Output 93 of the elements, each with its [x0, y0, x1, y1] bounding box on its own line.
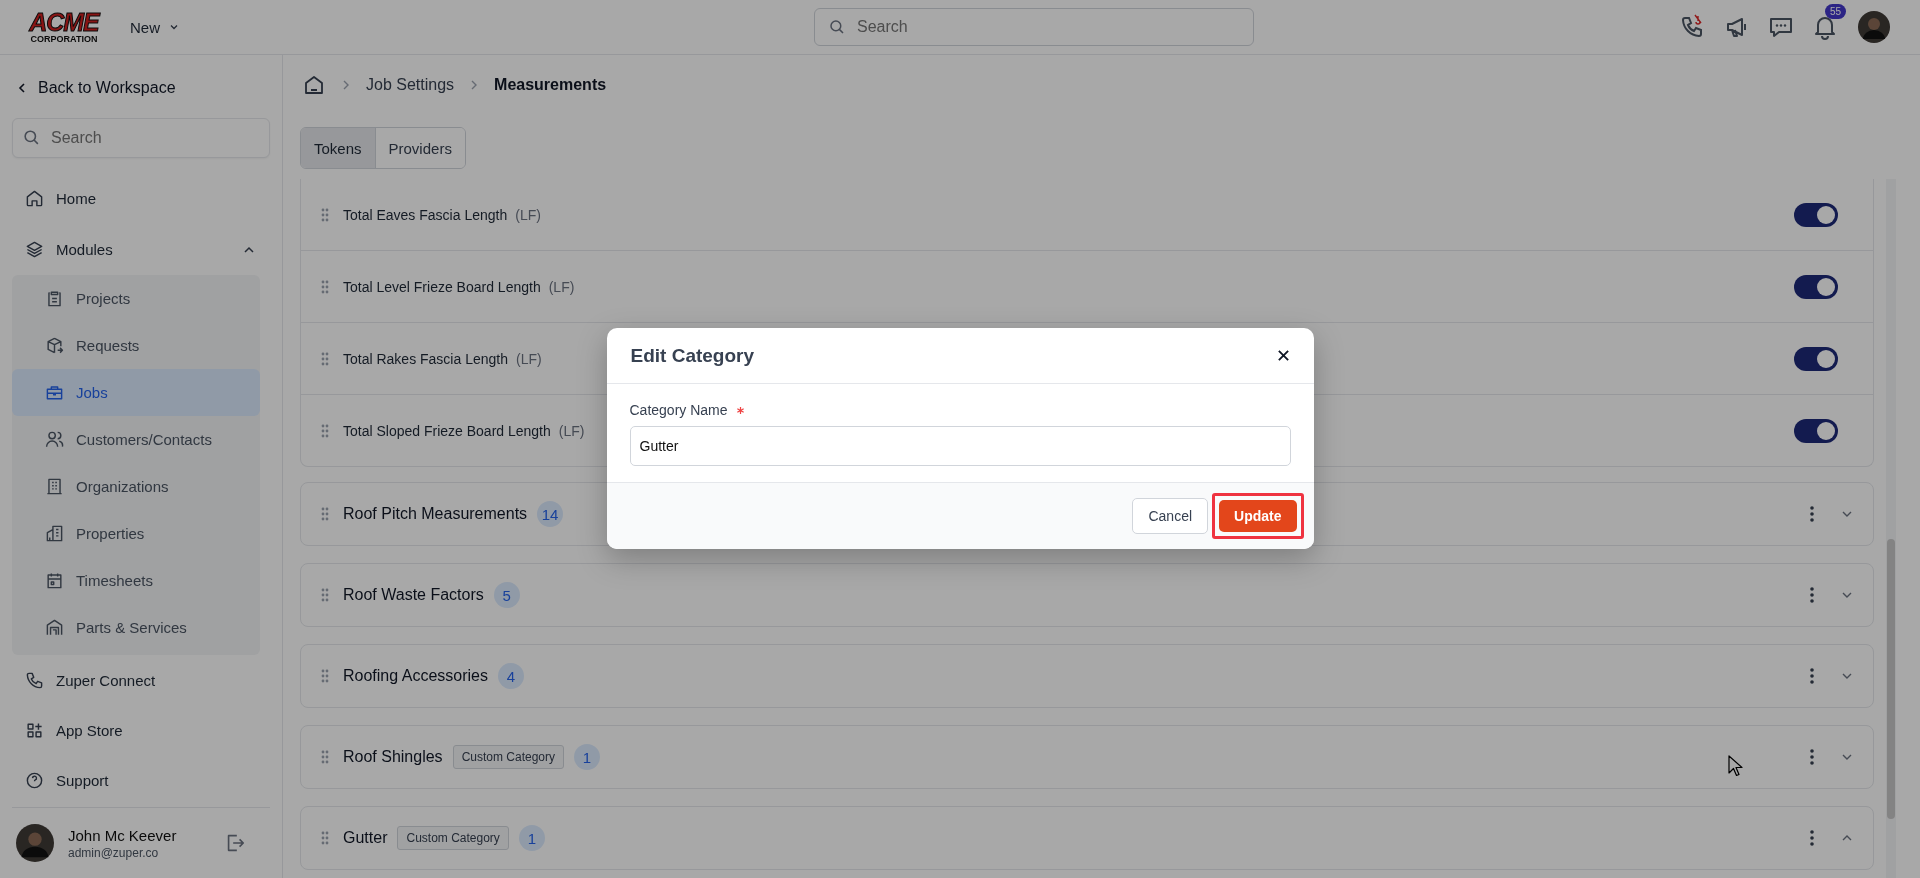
- layers-icon: [25, 240, 44, 259]
- drag-handle-icon[interactable]: [321, 351, 329, 366]
- count-badge: 1: [574, 744, 600, 770]
- count-badge: 4: [497, 663, 524, 689]
- toggle-switch[interactable]: [1794, 202, 1838, 227]
- briefcase-icon: [45, 383, 64, 402]
- category-card[interactable]: Roofing Accessories 4: [300, 644, 1874, 708]
- toggle-switch[interactable]: [1794, 418, 1838, 443]
- tab[interactable]: Tokens: [301, 128, 375, 168]
- dialog-title: Edit Category: [630, 344, 756, 367]
- bell-icon[interactable]: [1812, 14, 1838, 40]
- category-name: Roof Pitch Measurements: [343, 505, 528, 523]
- sidebar-subitem[interactable]: Properties: [12, 510, 260, 557]
- more-options-icon[interactable]: [1809, 586, 1815, 604]
- category-card[interactable]: Roof Waste Factors 5: [300, 563, 1874, 627]
- mouse-pointer-icon: [1728, 755, 1744, 777]
- search-icon: [22, 128, 41, 147]
- token-unit: (LF): [558, 422, 585, 439]
- home-icon: [25, 189, 44, 208]
- token-unit: (LF): [515, 206, 541, 223]
- warehouse-icon: [45, 618, 64, 637]
- count-badge: 1: [518, 825, 545, 851]
- token-unit: (LF): [548, 278, 575, 295]
- token-name: Total Rakes Fascia Length: [343, 350, 508, 367]
- notification-badge: 55: [1825, 4, 1847, 19]
- cancel-button[interactable]: Cancel: [1132, 498, 1209, 534]
- tab[interactable]: Providers: [374, 128, 465, 168]
- sidebar-item[interactable]: Modules: [12, 224, 270, 275]
- token-name: Total Sloped Frieze Board Length: [343, 422, 551, 439]
- drag-handle-icon[interactable]: [321, 750, 329, 764]
- drag-handle-icon[interactable]: [321, 507, 329, 521]
- sidebar-subitem[interactable]: Parts & Services: [12, 604, 260, 651]
- count-badge: 14: [537, 501, 564, 527]
- drag-handle-icon[interactable]: [321, 669, 329, 683]
- home-icon[interactable]: [302, 73, 326, 97]
- search-field[interactable]: Search: [12, 118, 270, 158]
- user-name: John Mc Keever: [68, 826, 178, 844]
- building-icon: [45, 477, 64, 496]
- category-name: Gutter: [343, 829, 388, 847]
- scrollbar[interactable]: [1886, 179, 1896, 878]
- avatar[interactable]: [1858, 11, 1890, 43]
- clipboard-icon: [45, 289, 64, 308]
- drag-handle-icon[interactable]: [321, 588, 329, 602]
- category-tag: Custom Category: [452, 745, 564, 769]
- count-badge: 5: [493, 582, 520, 608]
- category-card[interactable]: Gutter Custom Category 1: [300, 806, 1874, 870]
- token-name: Total Eaves Fascia Length: [343, 206, 508, 223]
- help-icon: [25, 770, 44, 790]
- calendar-icon: [45, 571, 64, 590]
- user-email: admin@zuper.co: [68, 845, 160, 860]
- sidebar-item[interactable]: Home: [12, 173, 270, 224]
- sidebar-subitem[interactable]: Organizations: [12, 463, 260, 510]
- avatar: [16, 824, 54, 862]
- drag-handle-icon[interactable]: [321, 207, 329, 222]
- back-link[interactable]: Back to Workspace: [12, 77, 180, 99]
- company-logo: ACME CORPORATION: [28, 10, 101, 44]
- sidebar-subitem[interactable]: Requests: [12, 322, 260, 369]
- search-field[interactable]: Search: [814, 8, 1254, 46]
- sidebar-item[interactable]: Zuper Connect: [12, 655, 270, 705]
- users-icon: [45, 430, 64, 449]
- drag-handle-icon[interactable]: [321, 279, 329, 294]
- toggle-switch[interactable]: [1794, 346, 1838, 371]
- search-icon: [828, 18, 846, 36]
- app-grid-icon: [25, 720, 44, 740]
- category-name: Roofing Accessories: [343, 667, 488, 685]
- more-options-icon[interactable]: [1809, 505, 1815, 523]
- category-tag: Custom Category: [397, 826, 509, 850]
- field-label: Category Name: [629, 402, 728, 418]
- more-options-icon[interactable]: [1809, 829, 1815, 847]
- more-options-icon[interactable]: [1809, 748, 1815, 766]
- sidebar-subitem[interactable]: Timesheets: [12, 557, 260, 604]
- sidebar-item[interactable]: Support: [12, 755, 270, 805]
- buildings-icon: [45, 524, 64, 543]
- sidebar-subitem[interactable]: Projects: [12, 275, 260, 322]
- sidebar-subitem[interactable]: Customers/Contacts: [12, 416, 260, 463]
- phone-icon: [25, 670, 44, 690]
- sidebar-item[interactable]: App Store: [12, 705, 270, 755]
- close-icon[interactable]: [1276, 349, 1290, 362]
- workspace-dropdown[interactable]: New: [126, 14, 184, 40]
- category-name-input[interactable]: Gutter: [629, 426, 1291, 466]
- drag-handle-icon[interactable]: [321, 423, 329, 438]
- category-name: Roof Shingles: [343, 748, 443, 766]
- toggle-switch[interactable]: [1794, 274, 1838, 299]
- breadcrumb-link[interactable]: Job Settings: [366, 76, 455, 94]
- category-name: Roof Waste Factors: [343, 586, 484, 604]
- chevron-left-icon: [16, 82, 28, 94]
- drag-handle-icon[interactable]: [321, 831, 329, 845]
- category-card[interactable]: Roof Shingles Custom Category 1: [300, 725, 1874, 789]
- update-button[interactable]: Update: [1219, 500, 1297, 532]
- token-unit: (LF): [516, 350, 542, 367]
- token-name: Total Level Frieze Board Length: [343, 278, 541, 295]
- box-icon: [45, 336, 64, 355]
- more-options-icon[interactable]: [1809, 667, 1815, 685]
